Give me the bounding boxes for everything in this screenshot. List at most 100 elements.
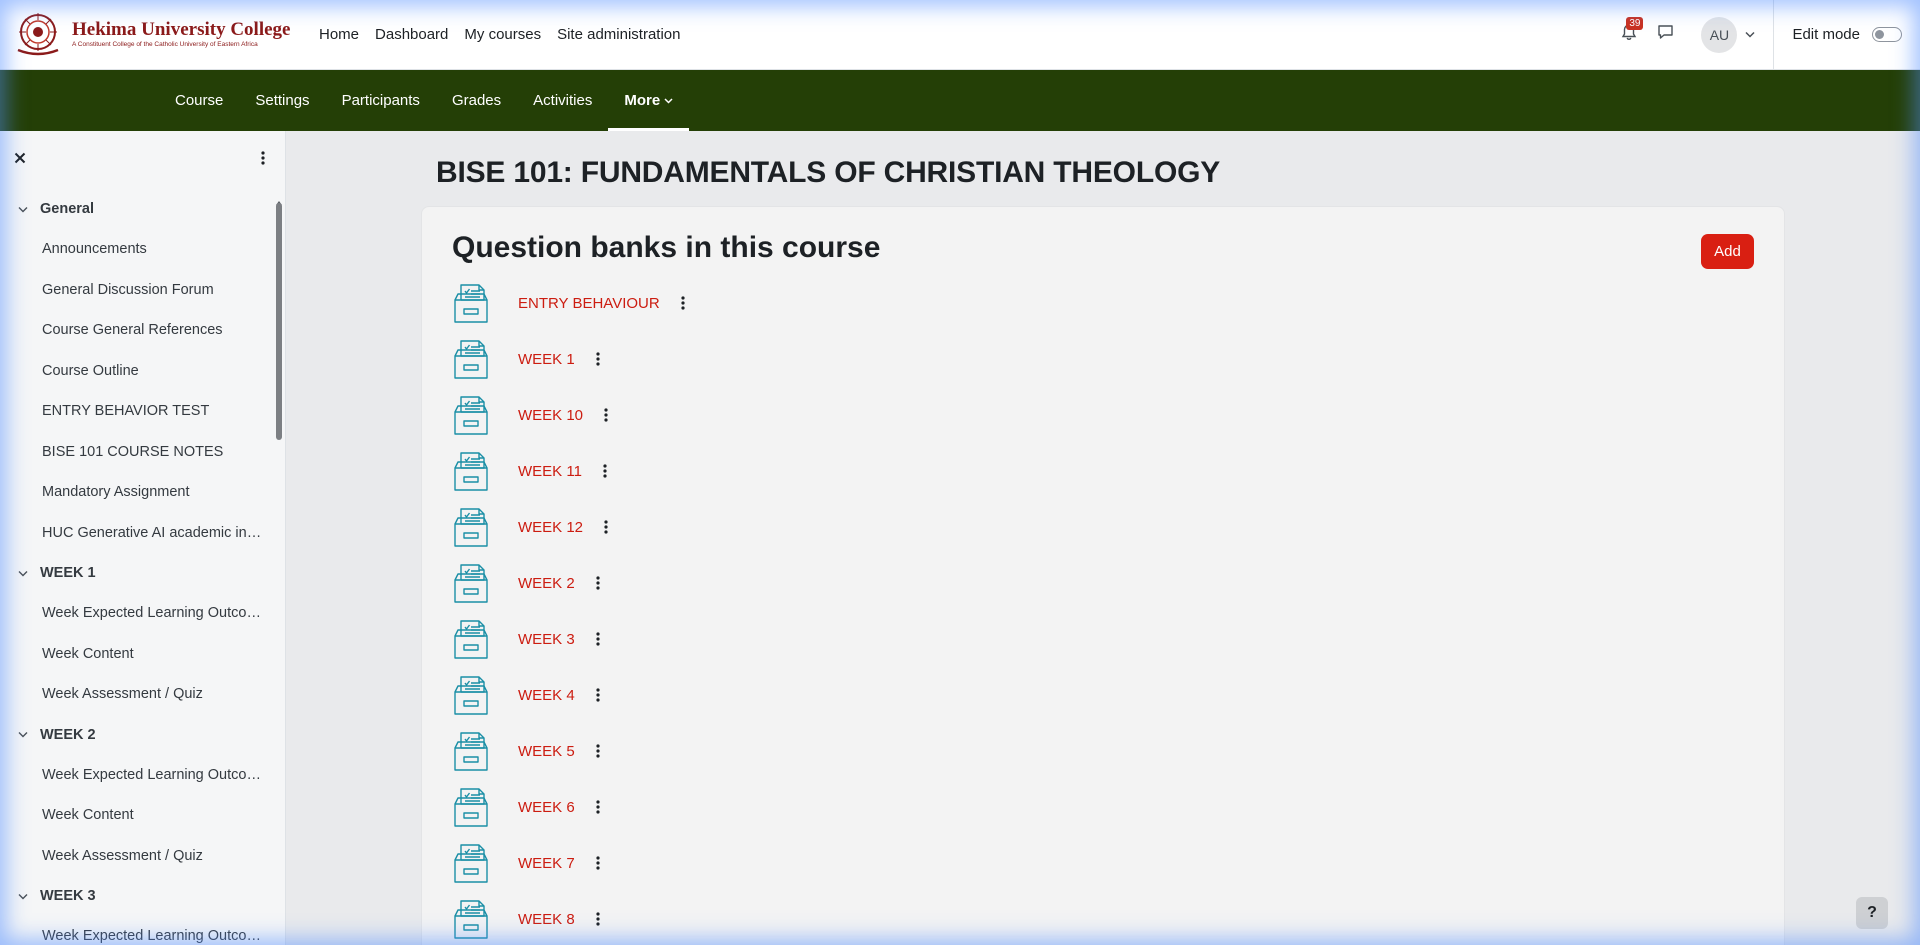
page-title: BISE 101: FUNDAMENTALS OF CHRISTIAN THEO…: [436, 156, 1221, 189]
more-actions-icon[interactable]: [593, 800, 603, 814]
course-index-item[interactable]: ENTRY BEHAVIOR TEST: [0, 391, 276, 432]
course-index-item[interactable]: Week Content: [0, 634, 276, 675]
site-logo[interactable]: Hekima University College A Constituent …: [12, 12, 302, 58]
course-index-item[interactable]: Announcements: [0, 229, 276, 270]
tab-settings[interactable]: Settings: [239, 70, 325, 131]
section-title: General: [40, 201, 94, 217]
nav-site-administration[interactable]: Site administration: [557, 25, 680, 45]
course-index-item[interactable]: Course Outline: [0, 351, 276, 392]
question-bank-icon: [452, 618, 490, 660]
messages-button[interactable]: [1647, 17, 1683, 53]
add-button[interactable]: Add: [1701, 234, 1754, 269]
question-bank-row: WEEK 5: [452, 723, 688, 779]
edit-mode-toggle[interactable]: [1872, 27, 1902, 42]
chevron-down-icon[interactable]: [18, 570, 30, 577]
tab-grades[interactable]: Grades: [436, 70, 517, 131]
question-bank-icon: [452, 786, 490, 828]
more-actions-icon[interactable]: [601, 408, 611, 422]
top-navbar: Hekima University College A Constituent …: [0, 0, 1920, 70]
close-icon[interactable]: [14, 151, 26, 169]
notifications-button[interactable]: 39: [1611, 16, 1647, 53]
question-bank-row: WEEK 8: [452, 891, 688, 945]
question-bank-link[interactable]: WEEK 10: [518, 407, 583, 424]
course-index-item[interactable]: Week Expected Learning Outco…: [0, 916, 276, 945]
chevron-down-icon[interactable]: [18, 206, 30, 213]
more-actions-icon[interactable]: [593, 576, 603, 590]
question-bank-link[interactable]: WEEK 2: [518, 575, 575, 592]
scroll-down-arrow-icon[interactable]: [276, 937, 282, 943]
brand-subtitle: A Constituent College of the Catholic Un…: [72, 41, 258, 48]
question-bank-link[interactable]: WEEK 4: [518, 687, 575, 704]
question-bank-row: ENTRY BEHAVIOUR: [452, 275, 688, 331]
question-bank-link[interactable]: WEEK 6: [518, 799, 575, 816]
more-actions-icon[interactable]: [593, 856, 603, 870]
chevron-down-icon[interactable]: [18, 731, 30, 738]
more-actions-icon[interactable]: [593, 352, 603, 366]
question-bank-icon: [452, 730, 490, 772]
more-actions-icon[interactable]: [678, 296, 688, 310]
course-index-item[interactable]: Week Content: [0, 795, 276, 836]
course-index-item[interactable]: Mandatory Assignment: [0, 472, 276, 513]
course-index-item[interactable]: Week Expected Learning Outco…: [0, 593, 276, 634]
help-button[interactable]: ?: [1856, 897, 1888, 929]
question-bank-link[interactable]: WEEK 7: [518, 855, 575, 872]
edit-mode-label: Edit mode: [1792, 26, 1860, 43]
scroll-up-arrow-icon[interactable]: [276, 193, 282, 205]
nav-home[interactable]: Home: [319, 25, 359, 45]
course-index-section-week-3[interactable]: WEEK 3: [0, 876, 276, 916]
tab-grades-label: Grades: [451, 92, 502, 109]
course-index-section-week-2[interactable]: WEEK 2: [0, 715, 276, 755]
more-actions-icon[interactable]: [600, 464, 610, 478]
course-index-item[interactable]: Week Expected Learning Outco…: [0, 755, 276, 796]
more-actions-icon[interactable]: [593, 912, 603, 926]
question-bank-link[interactable]: WEEK 1: [518, 351, 575, 368]
course-index-section-week-1[interactable]: WEEK 1: [0, 553, 276, 593]
nav-my-courses[interactable]: My courses: [464, 25, 541, 45]
question-bank-icon: [452, 674, 490, 716]
section-title: WEEK 1: [40, 565, 96, 581]
section-title: WEEK 3: [40, 888, 96, 904]
question-bank-icon: [452, 506, 490, 548]
tab-more[interactable]: More: [608, 70, 690, 131]
question-bank-link[interactable]: ENTRY BEHAVIOUR: [518, 295, 660, 312]
more-actions-icon[interactable]: [593, 744, 603, 758]
chevron-down-icon[interactable]: [1743, 31, 1757, 38]
tab-participants[interactable]: Participants: [326, 70, 436, 131]
question-bank-row: WEEK 2: [452, 555, 688, 611]
user-avatar[interactable]: AU: [1701, 16, 1738, 53]
question-bank-icon: [452, 562, 490, 604]
more-actions-icon[interactable]: [601, 520, 611, 534]
course-index-item[interactable]: Week Assessment / Quiz: [0, 836, 276, 877]
question-bank-row: WEEK 4: [452, 667, 688, 723]
brand-name: Hekima University College: [72, 19, 291, 40]
tab-activities-label: Activities: [533, 92, 593, 109]
tab-course-label: Course: [175, 92, 224, 109]
question-bank-row: WEEK 11: [452, 443, 688, 499]
question-bank-link[interactable]: WEEK 3: [518, 631, 575, 648]
course-index-item[interactable]: General Discussion Forum: [0, 270, 276, 311]
chevron-down-icon[interactable]: [18, 893, 30, 900]
question-bank-link[interactable]: WEEK 11: [518, 463, 582, 480]
tab-course[interactable]: Course: [159, 70, 239, 131]
more-actions-icon[interactable]: [593, 632, 603, 646]
nav-dashboard[interactable]: Dashboard: [375, 25, 448, 45]
course-index-section-general[interactable]: General: [0, 189, 276, 229]
question-banks-card: Question banks in this course Add ENTRY …: [421, 206, 1785, 945]
course-index-item[interactable]: Week Assessment / Quiz: [0, 674, 276, 715]
course-index-item[interactable]: Course General References: [0, 310, 276, 351]
course-index-item[interactable]: BISE 101 COURSE NOTES: [0, 432, 276, 473]
course-index-item[interactable]: HUC Generative AI academic in…: [0, 513, 276, 554]
tab-activities[interactable]: Activities: [517, 70, 608, 131]
drawer-scrollbar[interactable]: [276, 203, 282, 440]
tab-more-label: More: [624, 92, 661, 109]
tab-participants-label: Participants: [341, 92, 420, 109]
more-options-icon[interactable]: [261, 150, 265, 170]
message-bubble-icon: [1657, 24, 1674, 45]
question-bank-row: WEEK 3: [452, 611, 688, 667]
question-bank-link[interactable]: WEEK 12: [518, 519, 583, 536]
question-bank-link[interactable]: WEEK 8: [518, 911, 575, 928]
question-bank-icon: [452, 394, 490, 436]
question-bank-icon: [452, 282, 490, 324]
question-bank-link[interactable]: WEEK 5: [518, 743, 575, 760]
more-actions-icon[interactable]: [593, 688, 603, 702]
